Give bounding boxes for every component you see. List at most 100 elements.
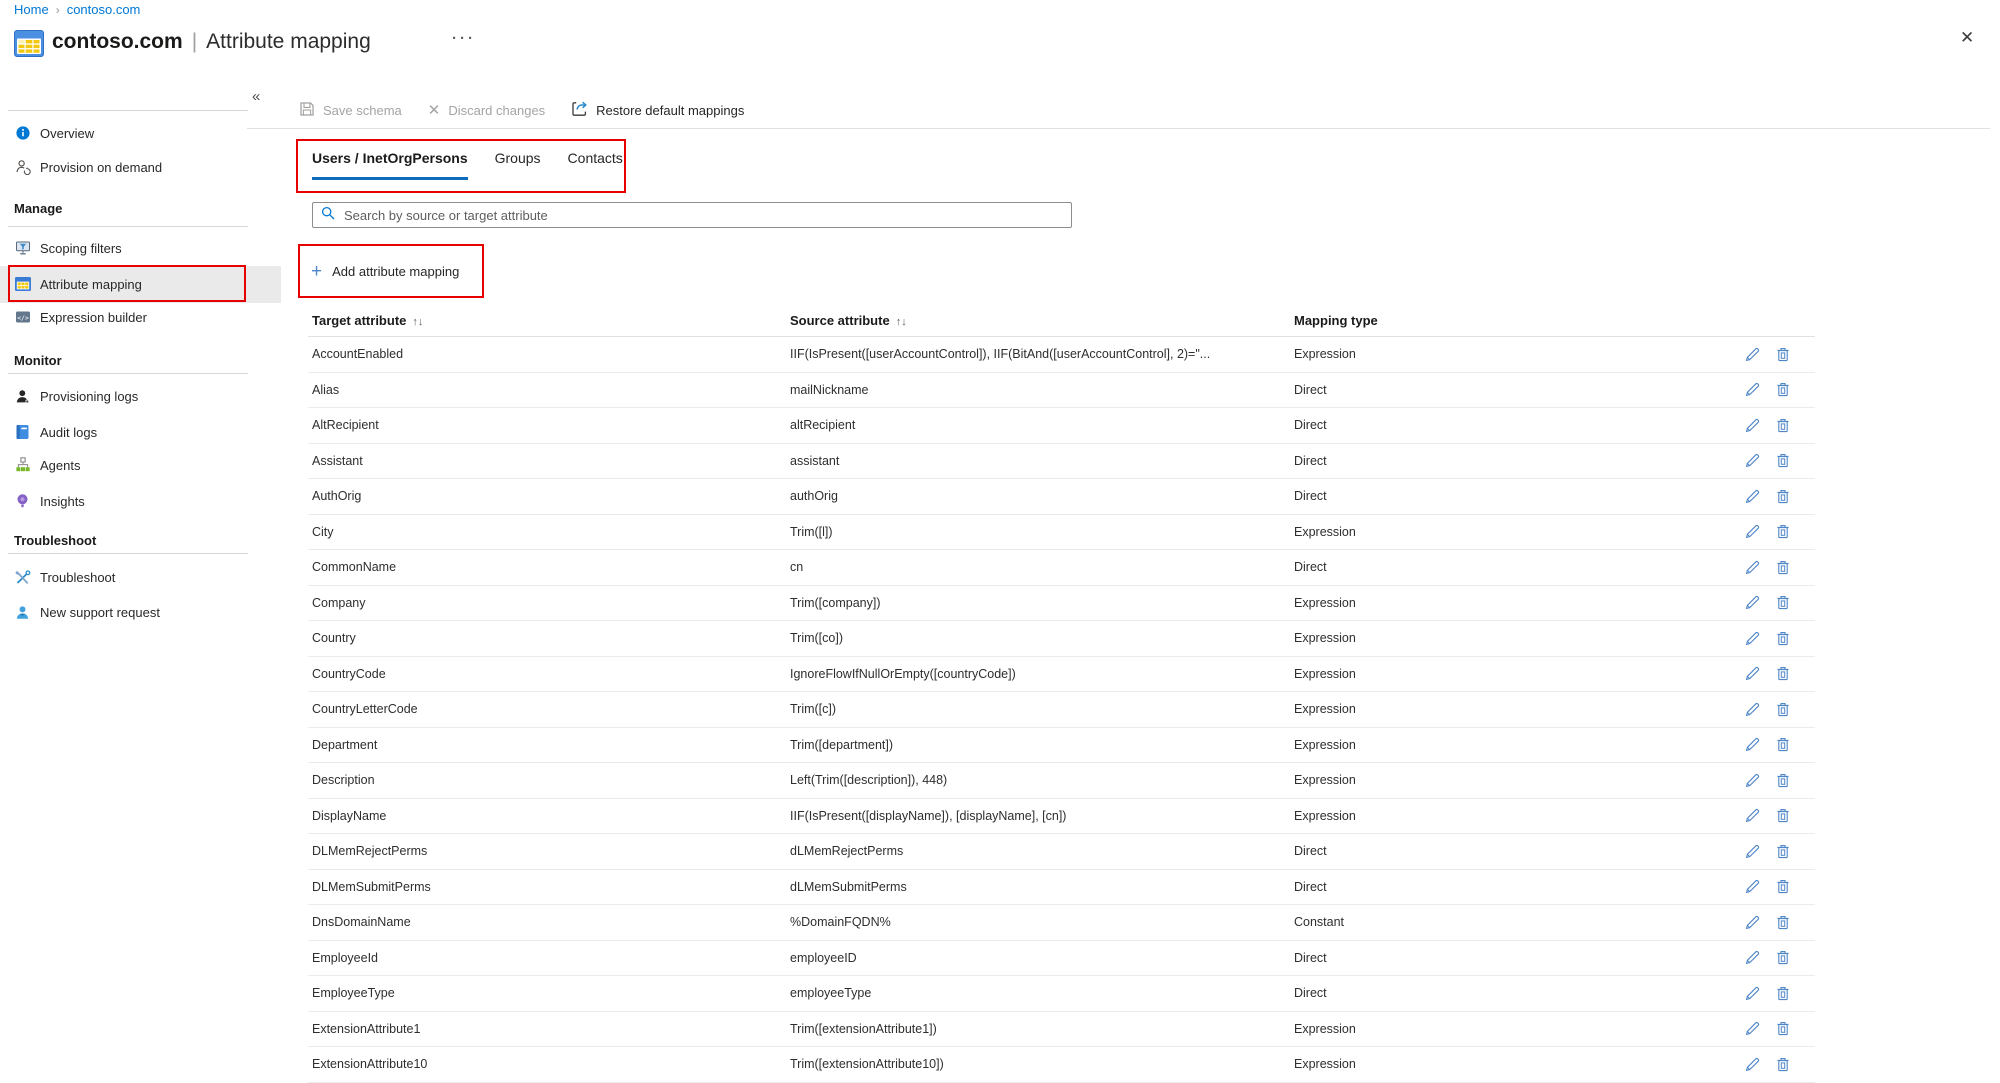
- overflow-menu-icon[interactable]: ···: [452, 30, 476, 47]
- delete-trash-icon[interactable]: [1776, 1021, 1790, 1036]
- cell-target[interactable]: Assistant: [308, 454, 790, 468]
- cell-target[interactable]: ExtensionAttribute1: [308, 1022, 790, 1036]
- delete-trash-icon[interactable]: [1776, 879, 1790, 894]
- agents-icon: [14, 457, 31, 474]
- sidebar-item-overview[interactable]: Overview: [0, 116, 278, 150]
- sidebar-item-scoping-filters[interactable]: Scoping filters: [0, 231, 278, 265]
- edit-pencil-icon[interactable]: [1745, 418, 1760, 433]
- toolbar-divider: [247, 128, 1990, 129]
- edit-pencil-icon[interactable]: [1745, 808, 1760, 823]
- cell-target[interactable]: DnsDomainName: [308, 915, 790, 929]
- delete-trash-icon[interactable]: [1776, 595, 1790, 610]
- column-header-source-attribute[interactable]: Source attribute ↑↓: [790, 313, 1294, 328]
- edit-pencil-icon[interactable]: [1745, 560, 1760, 575]
- add-attribute-mapping-label: Add attribute mapping: [332, 263, 460, 279]
- cell-target[interactable]: AccountEnabled: [308, 347, 790, 361]
- sidebar-item-agents[interactable]: Agents: [0, 448, 278, 482]
- edit-pencil-icon[interactable]: [1745, 986, 1760, 1001]
- cell-target[interactable]: AltRecipient: [308, 418, 790, 432]
- delete-trash-icon[interactable]: [1776, 453, 1790, 468]
- cell-mapping-type: Expression: [1294, 666, 1356, 681]
- cell-target[interactable]: DLMemRejectPerms: [308, 844, 790, 858]
- cell-mapping-type: Direct: [1294, 986, 1327, 1001]
- sidebar-item-insights[interactable]: Insights: [0, 484, 278, 518]
- cell-target[interactable]: EmployeeId: [308, 951, 790, 965]
- edit-pencil-icon[interactable]: [1745, 382, 1760, 397]
- cell-target[interactable]: AuthOrig: [308, 489, 790, 503]
- delete-trash-icon[interactable]: [1776, 1057, 1790, 1072]
- edit-pencil-icon[interactable]: [1745, 1057, 1760, 1072]
- delete-trash-icon[interactable]: [1776, 702, 1790, 717]
- delete-trash-icon[interactable]: [1776, 986, 1790, 1001]
- cell-target[interactable]: CountryCode: [308, 667, 790, 681]
- edit-pencil-icon[interactable]: [1745, 844, 1760, 859]
- tab-contacts[interactable]: Contacts: [568, 148, 623, 180]
- delete-trash-icon[interactable]: [1776, 631, 1790, 646]
- add-attribute-mapping-button[interactable]: + Add attribute mapping: [311, 244, 459, 298]
- edit-pencil-icon[interactable]: [1745, 950, 1760, 965]
- close-icon[interactable]: ✕: [1960, 28, 1974, 48]
- sidebar-collapse-icon[interactable]: «: [252, 88, 260, 105]
- cell-source: Trim([extensionAttribute1]): [790, 1021, 937, 1036]
- cell-target[interactable]: EmployeeType: [308, 986, 790, 1000]
- cell-target[interactable]: Country: [308, 631, 790, 645]
- sidebar-item-label: Troubleshoot: [40, 569, 116, 585]
- sidebar-item-troubleshoot[interactable]: Troubleshoot: [0, 560, 278, 594]
- sidebar-item-audit-logs[interactable]: Audit logs: [0, 415, 278, 449]
- table-row: CommonName cn Direct: [308, 550, 1815, 586]
- sidebar-section-monitor: Monitor: [14, 352, 62, 368]
- mapping-table-body: AccountEnabled IIF(IsPresent([userAccoun…: [308, 337, 1815, 1083]
- edit-pencil-icon[interactable]: [1745, 737, 1760, 752]
- tab-users-inetorgpersons[interactable]: Users / InetOrgPersons: [312, 148, 468, 180]
- tab-groups[interactable]: Groups: [495, 148, 541, 180]
- cell-target[interactable]: CommonName: [308, 560, 790, 574]
- search-input[interactable]: [342, 206, 1063, 224]
- sidebar-item-expression-builder[interactable]: </> Expression builder: [0, 300, 278, 334]
- sort-icon[interactable]: ↑↓: [412, 316, 423, 328]
- edit-pencil-icon[interactable]: [1745, 666, 1760, 681]
- edit-pencil-icon[interactable]: [1745, 595, 1760, 610]
- column-header-target-attribute[interactable]: Target attribute ↑↓: [308, 313, 790, 328]
- edit-pencil-icon[interactable]: [1745, 524, 1760, 539]
- sidebar-item-new-support-request[interactable]: New support request: [0, 595, 278, 629]
- delete-trash-icon[interactable]: [1776, 347, 1790, 362]
- cell-target[interactable]: Alias: [308, 383, 790, 397]
- delete-trash-icon[interactable]: [1776, 808, 1790, 823]
- delete-trash-icon[interactable]: [1776, 560, 1790, 575]
- attribute-search-box[interactable]: [312, 202, 1072, 228]
- edit-pencil-icon[interactable]: [1745, 915, 1760, 930]
- cell-target[interactable]: ExtensionAttribute10: [308, 1057, 790, 1071]
- cell-target[interactable]: Description: [308, 773, 790, 787]
- delete-trash-icon[interactable]: [1776, 773, 1790, 788]
- sidebar-item-provision-on-demand[interactable]: Provision on demand: [0, 150, 278, 184]
- sort-icon[interactable]: ↑↓: [896, 316, 907, 328]
- delete-trash-icon[interactable]: [1776, 737, 1790, 752]
- cell-target[interactable]: DLMemSubmitPerms: [308, 880, 790, 894]
- cell-target[interactable]: DisplayName: [308, 809, 790, 823]
- edit-pencil-icon[interactable]: [1745, 453, 1760, 468]
- cell-target[interactable]: Department: [308, 738, 790, 752]
- delete-trash-icon[interactable]: [1776, 844, 1790, 859]
- edit-pencil-icon[interactable]: [1745, 1021, 1760, 1036]
- edit-pencil-icon[interactable]: [1745, 347, 1760, 362]
- delete-trash-icon[interactable]: [1776, 489, 1790, 504]
- cell-target[interactable]: City: [308, 525, 790, 539]
- edit-pencil-icon[interactable]: [1745, 879, 1760, 894]
- sidebar-item-provisioning-logs[interactable]: Provisioning logs: [0, 379, 278, 413]
- cell-target[interactable]: CountryLetterCode: [308, 702, 790, 716]
- delete-trash-icon[interactable]: [1776, 950, 1790, 965]
- edit-pencil-icon[interactable]: [1745, 702, 1760, 717]
- restore-default-mappings-button[interactable]: Restore default mappings: [571, 101, 744, 120]
- delete-trash-icon[interactable]: [1776, 915, 1790, 930]
- table-header-row: Target attribute ↑↓ Source attribute ↑↓ Ma…: [308, 305, 1815, 337]
- edit-pencil-icon[interactable]: [1745, 631, 1760, 646]
- delete-trash-icon[interactable]: [1776, 418, 1790, 433]
- cell-target[interactable]: Company: [308, 596, 790, 610]
- edit-pencil-icon[interactable]: [1745, 773, 1760, 788]
- edit-pencil-icon[interactable]: [1745, 489, 1760, 504]
- plus-icon: +: [311, 260, 323, 282]
- delete-trash-icon[interactable]: [1776, 382, 1790, 397]
- table-row: AccountEnabled IIF(IsPresent([userAccoun…: [308, 337, 1815, 373]
- delete-trash-icon[interactable]: [1776, 524, 1790, 539]
- delete-trash-icon[interactable]: [1776, 666, 1790, 681]
